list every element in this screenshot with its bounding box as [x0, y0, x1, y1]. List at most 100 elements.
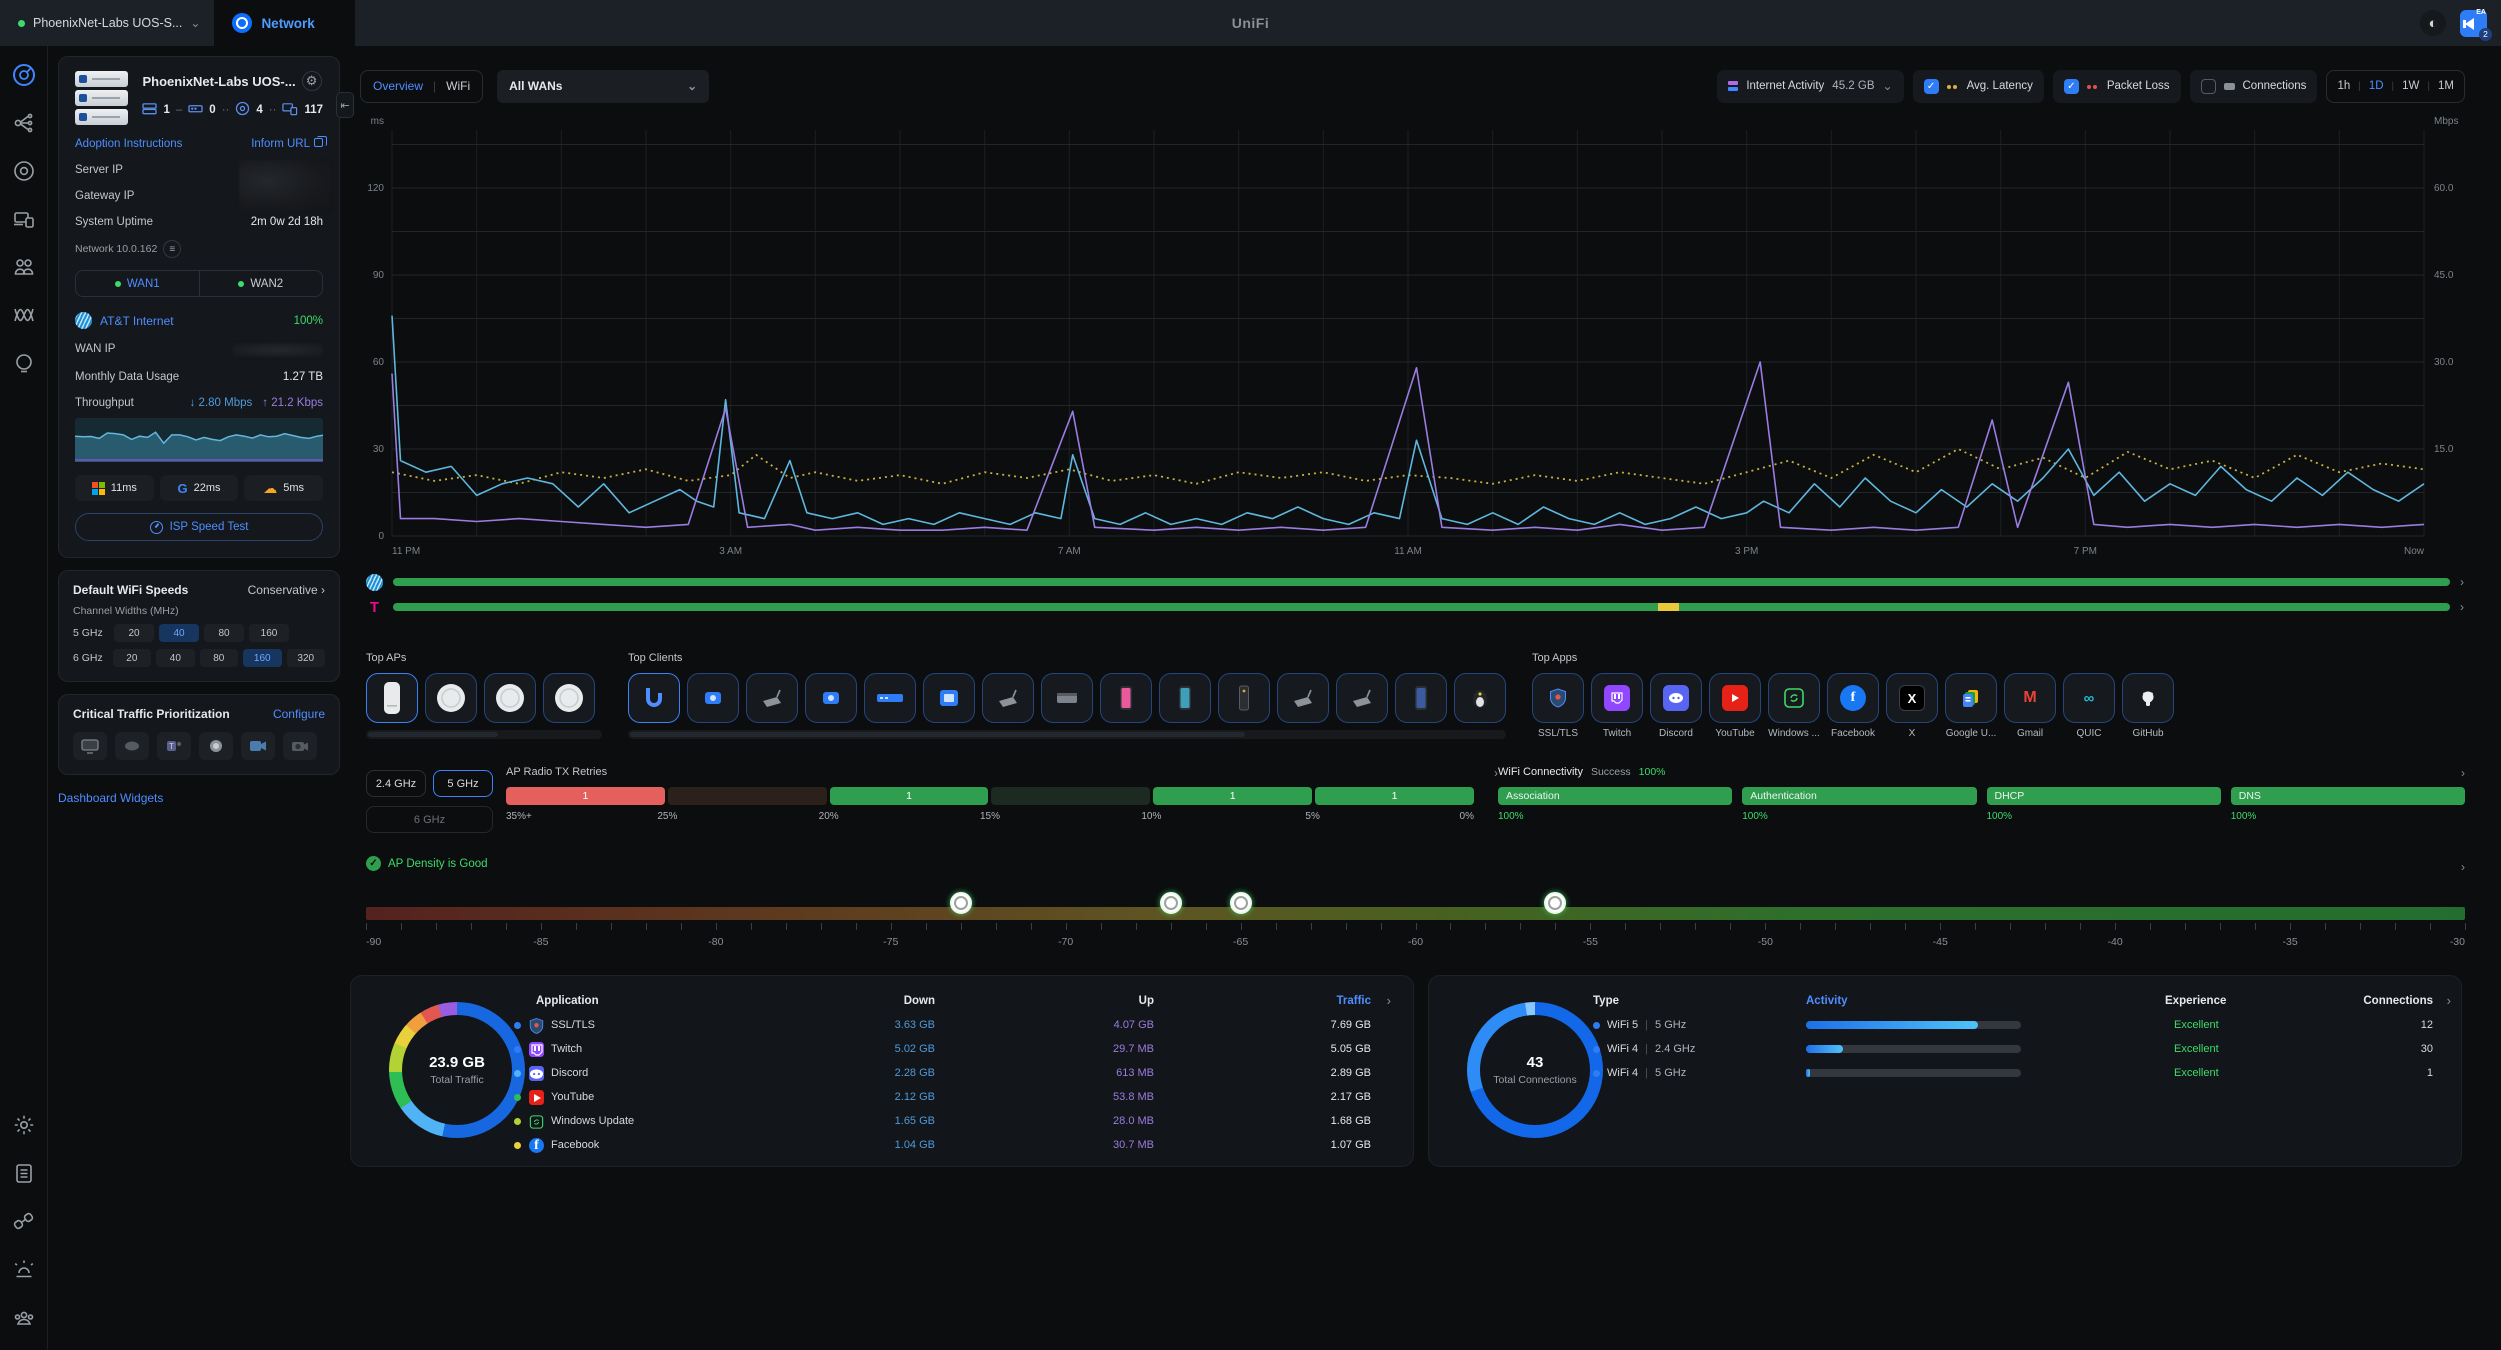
- width-chip-320[interactable]: 320: [287, 649, 325, 667]
- sidebar-item-client-devices[interactable]: [9, 204, 39, 234]
- client-tile-cam-blue[interactable]: [805, 673, 857, 723]
- dashboard-widgets-link[interactable]: Dashboard Widgets: [58, 791, 340, 805]
- width-chip-40[interactable]: 40: [159, 624, 199, 642]
- scroll-thumb[interactable]: [630, 732, 1245, 737]
- chevron-right-icon[interactable]: ›: [2460, 600, 2464, 614]
- chevron-right-icon[interactable]: ›: [1387, 993, 1391, 1008]
- ap-marker[interactable]: [950, 892, 972, 918]
- toggle-connections[interactable]: Connections: [2190, 70, 2318, 103]
- client-tile-switch-blue[interactable]: [864, 673, 916, 723]
- internet-activity-chart[interactable]: ms0306090120Mbps15.030.045.060.011 PM3 A…: [356, 112, 2476, 567]
- client-tile-phone-blue[interactable]: [1395, 673, 1447, 723]
- client-tile-cam-blue[interactable]: [687, 673, 739, 723]
- sidebar-item-settings[interactable]: [9, 1110, 39, 1140]
- client-tile-ap-gray[interactable]: [1336, 673, 1388, 723]
- app-tile[interactable]: [1650, 673, 1702, 723]
- toggle-packet-loss[interactable]: ✓Packet Loss: [2053, 70, 2181, 103]
- client-tile-phone-teal[interactable]: [1159, 673, 1211, 723]
- sidebar-item-unifi-devices[interactable]: [9, 156, 39, 186]
- checkbox-icon[interactable]: ✓: [1924, 79, 1939, 94]
- view-tab-wifi[interactable]: WiFi: [446, 79, 470, 93]
- top-app-quic[interactable]: ∞QUIC: [2063, 673, 2115, 739]
- tab-network[interactable]: Network: [214, 0, 354, 46]
- adoption-instructions-link[interactable]: Adoption Instructions: [75, 138, 182, 150]
- chevron-right-icon[interactable]: ›: [2461, 766, 2465, 780]
- client-tile-nvr-blue[interactable]: [923, 673, 975, 723]
- client-tile-ap-gray[interactable]: [982, 673, 1034, 723]
- ap-tile[interactable]: [425, 673, 477, 723]
- client-tile-ap-gray[interactable]: [1277, 673, 1329, 723]
- isp-name[interactable]: AT&T Internet: [100, 314, 286, 328]
- ap-tile[interactable]: [484, 673, 536, 723]
- sidebar-item-people[interactable]: [9, 252, 39, 282]
- range-1h[interactable]: 1h: [2337, 80, 2350, 92]
- wan-select[interactable]: All WANs ⌄: [497, 70, 709, 103]
- app-tile[interactable]: ∞: [2063, 673, 2115, 723]
- sidebar-item-integrations[interactable]: [9, 1206, 39, 1236]
- app-tile[interactable]: [1709, 673, 1761, 723]
- client-tile-tux[interactable]: [1454, 673, 1506, 723]
- sidebar-item-alerts[interactable]: [9, 1254, 39, 1284]
- ap-marker[interactable]: [1160, 892, 1182, 918]
- top-app-ssl[interactable]: SSL/TLS: [1532, 673, 1584, 739]
- sidebar-item-admins[interactable]: [9, 1302, 39, 1332]
- wifi-speeds-mode[interactable]: Conservative ›: [248, 583, 325, 597]
- band-button-5GHz[interactable]: 5 GHz: [433, 770, 493, 797]
- app-tile[interactable]: [2122, 673, 2174, 723]
- ap-tile[interactable]: [543, 673, 595, 723]
- range-1D[interactable]: 1D: [2369, 80, 2384, 92]
- app-tile[interactable]: X: [1886, 673, 1938, 723]
- ap-scrollbar[interactable]: [366, 730, 602, 739]
- ap-marker[interactable]: [1230, 892, 1252, 918]
- toggle-avg-latency[interactable]: ✓Avg. Latency: [1913, 70, 2044, 103]
- org-selector[interactable]: PhoenixNet-Labs UOS-S... ⌄: [0, 0, 214, 46]
- band-6ghz-button[interactable]: 6 GHz: [366, 806, 493, 833]
- view-tab-overview[interactable]: Overview: [373, 79, 423, 93]
- client-tile-unifi-logo[interactable]: [628, 673, 680, 723]
- width-chip-80[interactable]: 80: [204, 624, 244, 642]
- app-tile[interactable]: [1945, 673, 1997, 723]
- isp-speed-test-button[interactable]: ISP Speed Test: [75, 513, 323, 541]
- app-tile[interactable]: M: [2004, 673, 2056, 723]
- checkbox-icon[interactable]: ✓: [2064, 79, 2079, 94]
- width-chip-40[interactable]: 40: [156, 649, 194, 667]
- top-app-github[interactable]: GitHub: [2122, 673, 2174, 739]
- client-tile-ap-gray[interactable]: [746, 673, 798, 723]
- col-activity[interactable]: Activity: [1806, 995, 1848, 1007]
- width-chip-20[interactable]: 20: [113, 649, 151, 667]
- chevron-right-icon[interactable]: ›: [2461, 860, 2465, 874]
- release-notes-icon[interactable]: ≡: [163, 240, 181, 258]
- chevron-right-icon[interactable]: ›: [2460, 575, 2464, 589]
- app-tile[interactable]: f: [1827, 673, 1879, 723]
- app-tile[interactable]: [1768, 673, 1820, 723]
- client-tile-phone-pink[interactable]: [1100, 673, 1152, 723]
- range-1W[interactable]: 1W: [2402, 80, 2419, 92]
- theme-toggle-icon[interactable]: ◐: [2420, 10, 2446, 36]
- top-app-twitch[interactable]: Twitch: [1591, 673, 1643, 739]
- band-button-2.4GHz[interactable]: 2.4 GHz: [366, 770, 426, 797]
- chevron-right-icon[interactable]: ›: [2447, 993, 2451, 1008]
- internet-activity-selector[interactable]: Internet Activity 45.2 GB ⌄: [1717, 70, 1903, 103]
- wan-tab-wan1[interactable]: WAN1: [76, 271, 199, 296]
- sidebar-item-topology[interactable]: [9, 108, 39, 138]
- client-tile-tower-dark[interactable]: [1218, 673, 1270, 723]
- width-chip-160[interactable]: 160: [249, 624, 289, 642]
- checkbox-icon[interactable]: [2201, 79, 2216, 94]
- ap-tile[interactable]: [366, 673, 418, 723]
- wan-tab-wan2[interactable]: WAN2: [199, 271, 323, 296]
- width-chip-160[interactable]: 160: [243, 649, 281, 667]
- top-app-gmail[interactable]: MGmail: [2004, 673, 2056, 739]
- sidebar-item-logs[interactable]: [9, 1158, 39, 1188]
- copy-icon[interactable]: [314, 138, 323, 147]
- top-app-facebook[interactable]: fFacebook: [1827, 673, 1879, 739]
- announcements-button[interactable]: EA 2: [2460, 10, 2487, 37]
- sidebar-item-dashboard[interactable]: [9, 60, 39, 90]
- width-chip-20[interactable]: 20: [114, 624, 154, 642]
- collapse-panel-handle[interactable]: ⇤: [336, 92, 354, 118]
- sidebar-item-insights[interactable]: [9, 300, 39, 330]
- ap-marker[interactable]: [1544, 892, 1566, 918]
- scroll-thumb[interactable]: [368, 732, 498, 737]
- configure-link[interactable]: Configure: [273, 707, 325, 721]
- client-tile-console-gray[interactable]: [1041, 673, 1093, 723]
- app-tile[interactable]: [1591, 673, 1643, 723]
